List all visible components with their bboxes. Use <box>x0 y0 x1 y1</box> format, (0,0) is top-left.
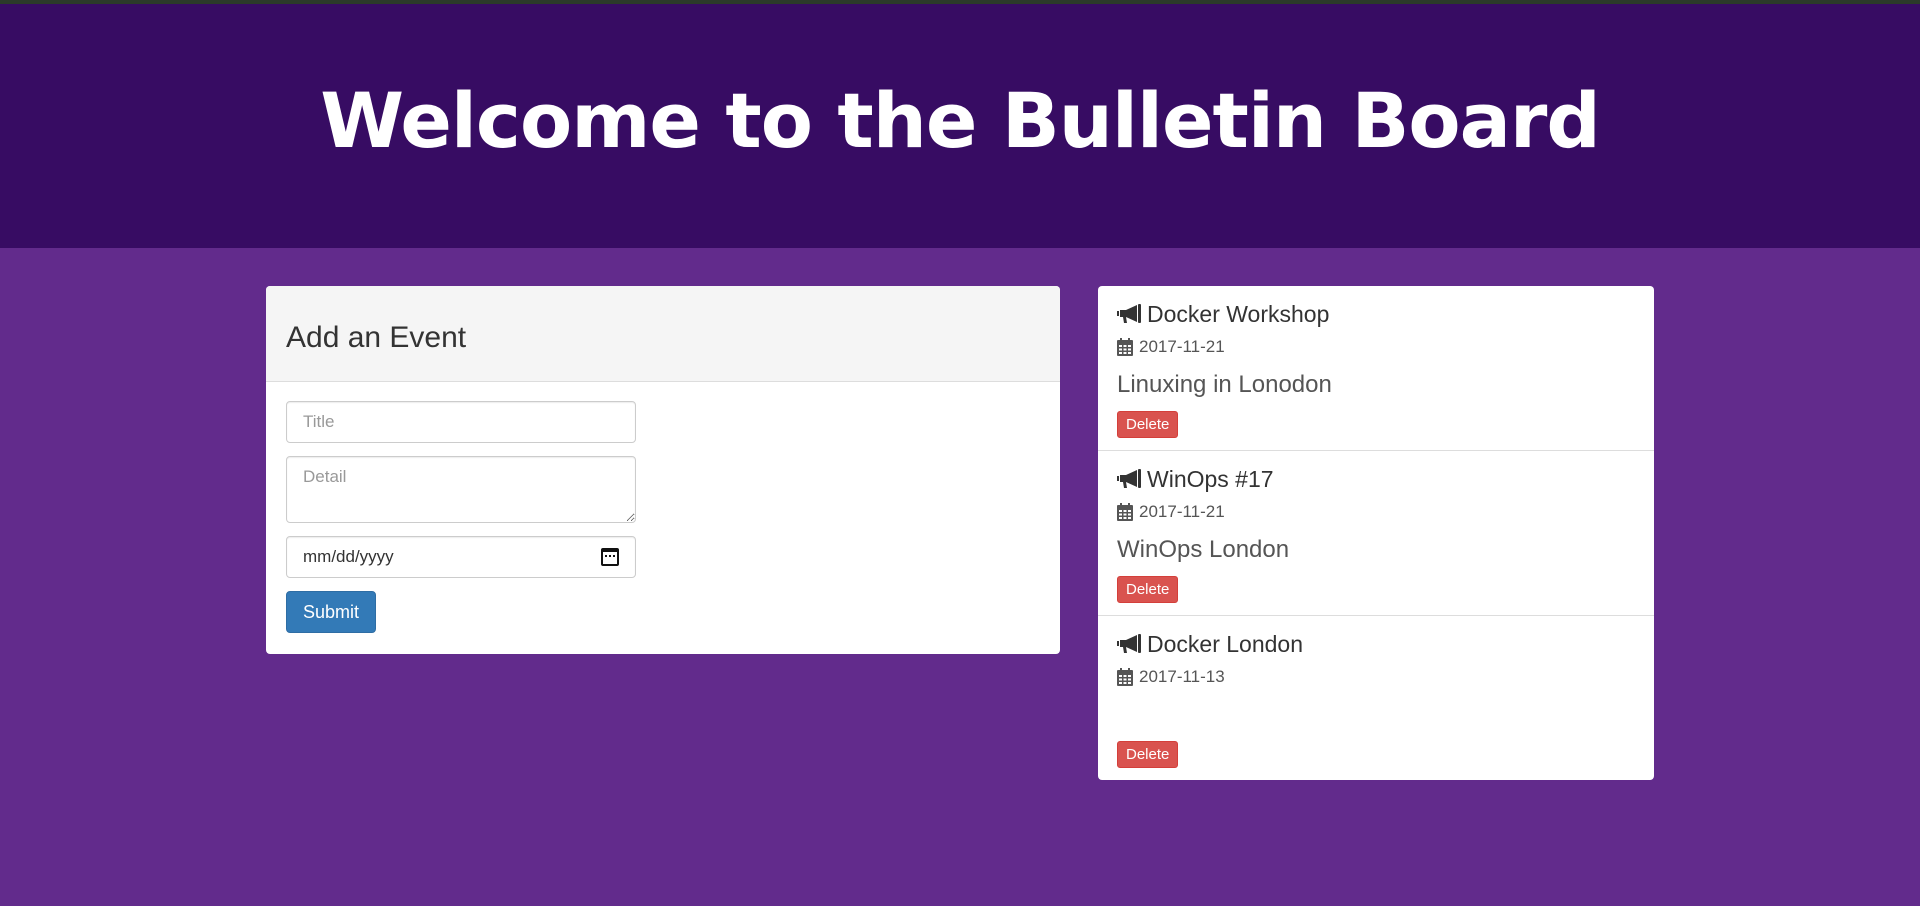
bullhorn-icon <box>1117 469 1142 489</box>
event-date-row: 2017-11-21 <box>1117 502 1635 522</box>
event-title-row: WinOps #17 <box>1117 465 1635 493</box>
hero-banner: Welcome to the Bulletin Board <box>0 4 1920 248</box>
main-content: Add an Event mm/dd/yyyy Submit <box>0 248 1920 906</box>
delete-button[interactable]: Delete <box>1117 576 1179 603</box>
calendar-picker-icon[interactable] <box>601 548 619 566</box>
add-event-panel-heading: Add an Event <box>266 286 1060 382</box>
bullhorn-icon <box>1117 634 1142 654</box>
event-date: 2017-11-21 <box>1139 337 1225 356</box>
event-detail: Linuxing in Lonodon <box>1117 371 1332 398</box>
page-title: Welcome to the Bulletin Board <box>320 76 1601 165</box>
date-input[interactable]: mm/dd/yyyy <box>286 536 636 578</box>
calendar-icon <box>1117 338 1133 356</box>
event-detail <box>1117 701 1635 729</box>
event-date-row: 2017-11-21 <box>1117 337 1635 357</box>
event-title-row: Docker London <box>1117 630 1635 658</box>
event-title: Docker Workshop <box>1147 300 1330 327</box>
detail-textarea[interactable] <box>286 456 636 523</box>
add-event-heading: Add an Event <box>286 320 467 354</box>
event-date: 2017-11-13 <box>1139 667 1225 686</box>
event-item: WinOps #17 2017-11-21 WinOps London Dele… <box>1098 451 1654 616</box>
event-title: Docker London <box>1147 630 1303 657</box>
event-date-row: 2017-11-13 <box>1117 667 1635 687</box>
event-item: Docker Workshop 2017-11-21 Linuxing in L… <box>1098 286 1654 451</box>
submit-button[interactable]: Submit <box>286 591 377 633</box>
date-input-placeholder: mm/dd/yyyy <box>303 547 394 566</box>
event-date: 2017-11-21 <box>1139 502 1225 521</box>
add-event-panel: Add an Event mm/dd/yyyy Submit <box>266 286 1060 654</box>
delete-button[interactable]: Delete <box>1117 741 1179 768</box>
title-input[interactable] <box>286 401 636 443</box>
events-list: Docker Workshop 2017-11-21 Linuxing in L… <box>1098 286 1654 780</box>
event-detail: WinOps London <box>1117 536 1290 563</box>
event-item: Docker London 2017-11-13 Delete <box>1098 616 1654 780</box>
calendar-icon <box>1117 503 1133 521</box>
event-title: WinOps #17 <box>1147 465 1274 492</box>
add-event-form: mm/dd/yyyy Submit <box>266 382 1060 652</box>
event-title-row: Docker Workshop <box>1117 300 1635 328</box>
delete-button[interactable]: Delete <box>1117 411 1179 438</box>
calendar-icon <box>1117 668 1133 686</box>
bullhorn-icon <box>1117 304 1142 324</box>
